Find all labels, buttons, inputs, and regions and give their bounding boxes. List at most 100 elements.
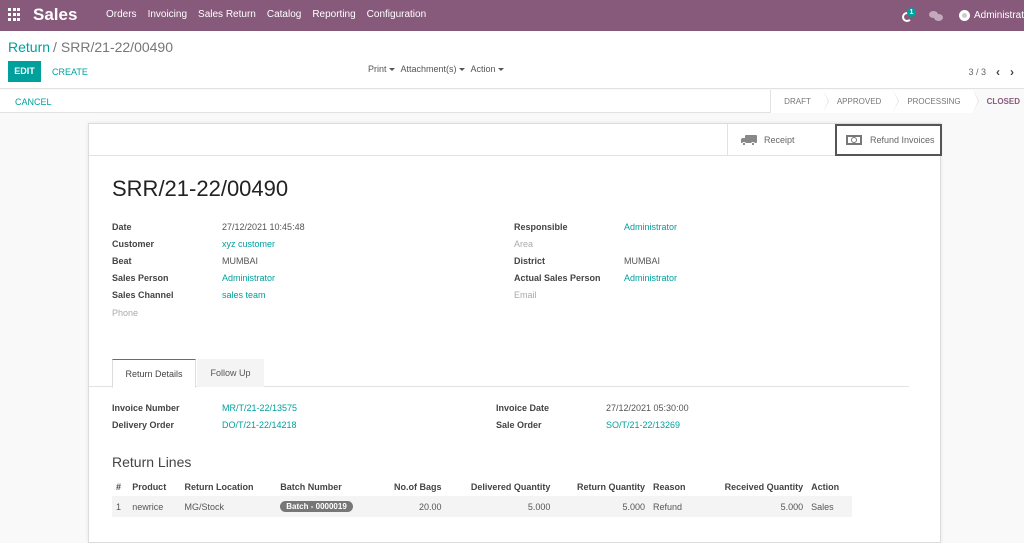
state-processing[interactable]: PROCESSING bbox=[893, 90, 980, 113]
field-value: 27/12/2021 05:30:00 bbox=[606, 402, 689, 413]
state-pipeline: DRAFT APPROVED PROCESSING CLOSED bbox=[770, 90, 1024, 113]
cell-received-quantity: 5.000 bbox=[699, 496, 808, 517]
field-label: Area bbox=[514, 238, 534, 249]
print-label: Print bbox=[368, 64, 387, 74]
table-row[interactable]: 1 newrice MG/Stock Batch - 0000019 20.00… bbox=[112, 496, 852, 517]
sidebar-actions: Print Attachment(s) Action bbox=[368, 64, 504, 74]
field-sale-order: Sale Order SO/T/21-22/13269 bbox=[496, 416, 689, 433]
menu-reporting[interactable]: Reporting bbox=[312, 9, 355, 20]
money-icon bbox=[846, 135, 862, 145]
field-label: Customer bbox=[112, 238, 155, 249]
button-box: Receipt Refund Invoices bbox=[89, 124, 942, 156]
breadcrumb-return[interactable]: Return bbox=[8, 39, 50, 55]
field-label: Phone bbox=[112, 307, 139, 318]
field-email: Email bbox=[514, 287, 677, 304]
field-label: Sales Person bbox=[112, 273, 169, 284]
user-menu[interactable]: Administrat bbox=[958, 10, 1024, 21]
top-navbar: Sales Orders Invoicing Sales Return Cata… bbox=[0, 0, 1024, 31]
column-header: # bbox=[116, 482, 122, 492]
field-district: District MUMBAI bbox=[514, 252, 677, 269]
column-header: Delivered Quantity bbox=[470, 482, 551, 492]
field-label: Actual Sales Person bbox=[514, 273, 601, 284]
apps-grid-icon[interactable] bbox=[8, 8, 21, 21]
avatar bbox=[958, 10, 970, 21]
field-value: MUMBAI bbox=[222, 255, 258, 266]
menu-sales-return[interactable]: Sales Return bbox=[198, 9, 256, 20]
field-responsible: Responsible Administrator bbox=[514, 218, 677, 235]
menu-catalog[interactable]: Catalog bbox=[267, 9, 301, 20]
field-invoice-date: Invoice Date 27/12/2021 05:30:00 bbox=[496, 399, 689, 416]
state-approved[interactable]: APPROVED bbox=[822, 90, 900, 113]
status-bar: CANCEL DRAFT APPROVED PROCESSING CLOSED bbox=[0, 90, 1024, 113]
receipt-label: Receipt bbox=[764, 135, 795, 145]
return-details-right: Invoice Date 27/12/2021 05:30:00 Sale Or… bbox=[496, 399, 689, 433]
field-label: Delivery Order bbox=[112, 419, 175, 430]
sale-order-link[interactable]: SO/T/21-22/13269 bbox=[606, 420, 680, 430]
right-field-group: Responsible Administrator Area District … bbox=[514, 218, 677, 304]
column-header: No.of Bags bbox=[394, 482, 442, 492]
actual-sales-person-link[interactable]: Administrator bbox=[624, 273, 677, 283]
state-draft[interactable]: DRAFT bbox=[771, 90, 829, 113]
activity-icon[interactable]: 1 bbox=[901, 7, 916, 23]
chevron-right-icon[interactable]: › bbox=[1010, 65, 1014, 79]
sales-person-link[interactable]: Administrator bbox=[222, 273, 275, 283]
tab-return-details[interactable]: Return Details bbox=[112, 359, 196, 388]
caret-down-icon bbox=[388, 68, 395, 72]
cell-return-quantity: 5.000 bbox=[554, 496, 650, 517]
column-header: Return Quantity bbox=[577, 482, 646, 492]
field-date: Date 27/12/2021 10:45:48 bbox=[112, 218, 305, 235]
column-header: Action bbox=[811, 482, 840, 492]
attachments-dropdown[interactable]: Attachment(s) bbox=[401, 64, 465, 74]
column-header: Product bbox=[132, 482, 167, 492]
responsible-link[interactable]: Administrator bbox=[624, 222, 677, 232]
field-area: Area bbox=[514, 235, 677, 252]
delivery-order-link[interactable]: DO/T/21-22/14218 bbox=[222, 420, 297, 430]
field-beat: Beat MUMBAI bbox=[112, 252, 305, 269]
batch-badge: Batch - 0000019 bbox=[280, 501, 353, 512]
menu-invoicing[interactable]: Invoicing bbox=[148, 9, 187, 20]
sales-channel-link[interactable]: sales team bbox=[222, 290, 266, 300]
field-delivery-order: Delivery Order DO/T/21-22/14218 bbox=[112, 416, 297, 433]
chat-icon[interactable] bbox=[928, 10, 943, 21]
cell-index: 1 bbox=[112, 496, 129, 517]
state-closed[interactable]: CLOSED bbox=[972, 90, 1024, 113]
field-label: Invoice Date bbox=[496, 402, 550, 413]
notebook-tabs: Return Details Follow Up bbox=[89, 358, 909, 388]
field-invoice-number: Invoice Number MR/T/21-22/13575 bbox=[112, 399, 297, 416]
cell-product: newrice bbox=[128, 496, 181, 517]
receipt-button[interactable]: Receipt bbox=[727, 124, 835, 156]
activity-badge: 1 bbox=[906, 7, 916, 17]
print-dropdown[interactable]: Print bbox=[368, 64, 395, 74]
customer-link[interactable]: xyz customer bbox=[222, 239, 275, 249]
cell-action: Sales bbox=[807, 496, 852, 517]
field-sales-person: Sales Person Administrator bbox=[112, 270, 305, 287]
left-field-group: Date 27/12/2021 10:45:48 Customer xyz cu… bbox=[112, 218, 305, 321]
tab-follow-up[interactable]: Follow Up bbox=[197, 359, 264, 387]
field-sales-channel: Sales Channel sales team bbox=[112, 287, 305, 304]
navbar-systray: 1 Administrat bbox=[901, 0, 1024, 31]
return-details-left: Invoice Number MR/T/21-22/13575 Delivery… bbox=[112, 399, 297, 433]
cell-batch-number: Batch - 0000019 bbox=[276, 496, 377, 517]
attachments-label: Attachment(s) bbox=[400, 64, 457, 74]
action-dropdown[interactable]: Action bbox=[471, 64, 504, 74]
cancel-button[interactable]: CANCEL bbox=[15, 97, 52, 107]
field-label: Beat bbox=[112, 255, 132, 266]
caret-down-icon bbox=[497, 68, 504, 72]
field-label: Sales Channel bbox=[112, 290, 174, 301]
field-value: MUMBAI bbox=[624, 255, 660, 266]
action-label: Action bbox=[470, 64, 496, 74]
refund-invoices-button[interactable]: Refund Invoices bbox=[835, 124, 942, 156]
app-brand[interactable]: Sales bbox=[33, 5, 77, 25]
edit-button[interactable]: EDIT bbox=[8, 61, 41, 82]
cell-return-location: MG/Stock bbox=[180, 496, 277, 517]
invoice-number-link[interactable]: MR/T/21-22/13575 bbox=[222, 403, 297, 413]
chevron-left-icon[interactable]: ‹ bbox=[996, 65, 1000, 79]
create-button[interactable]: CREATE bbox=[52, 67, 88, 77]
refund-invoices-label: Refund Invoices bbox=[870, 135, 935, 145]
menu-orders[interactable]: Orders bbox=[106, 9, 137, 20]
pager-value[interactable]: 3 / 3 bbox=[968, 67, 986, 77]
field-label: Date bbox=[112, 221, 132, 232]
menu-configuration[interactable]: Configuration bbox=[367, 9, 426, 20]
cell-delivered-quantity: 5.000 bbox=[445, 496, 555, 517]
field-actual-sales-person: Actual Sales Person Administrator bbox=[514, 270, 677, 287]
